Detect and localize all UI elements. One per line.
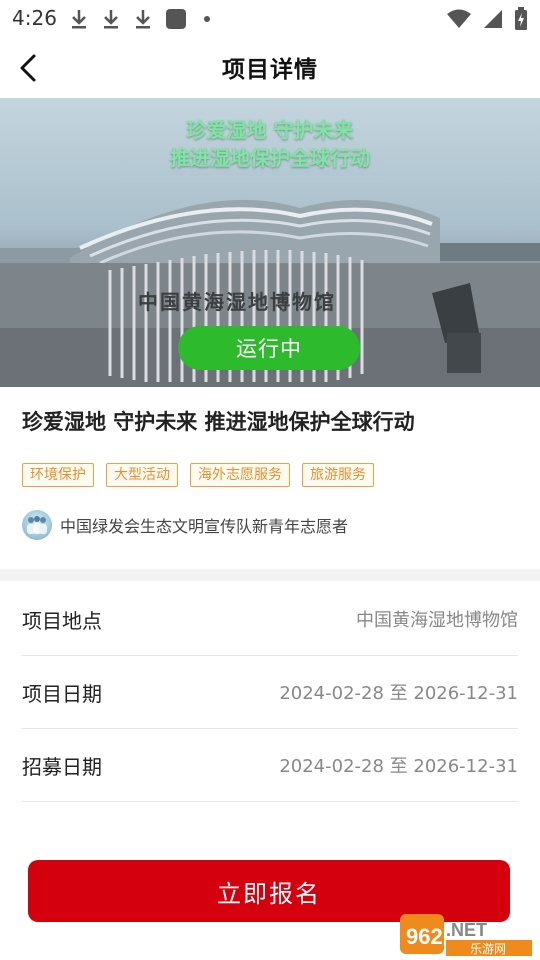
project-detail-screen: 4:26 项目详情 中国黄海湿地博物馆 珍爱湿地 守护未来 推进湿地保护全球行动… xyxy=(0,0,540,960)
info-label: 项目地点 xyxy=(22,608,102,633)
svg-text:.NET: .NET xyxy=(446,920,487,940)
info-label: 招募日期 xyxy=(22,754,102,779)
banner-caption-line1: 珍爱湿地 守护未来 xyxy=(186,118,354,142)
building-sign-text: 中国黄海湿地博物馆 xyxy=(138,290,336,314)
tag: 海外志愿服务 xyxy=(190,463,290,487)
chevron-left-icon xyxy=(20,54,36,82)
tag: 大型活动 xyxy=(106,463,178,487)
battery-icon xyxy=(514,7,528,35)
back-button[interactable] xyxy=(10,50,46,86)
system-icons xyxy=(446,7,528,35)
page-title: 项目详情 xyxy=(222,57,318,83)
info-row-location: 项目地点 中国黄海湿地博物馆 xyxy=(22,583,518,656)
download-icon xyxy=(70,8,88,30)
project-tags: 环境保护 大型活动 海外志愿服务 旅游服务 xyxy=(22,463,374,487)
organization-avatar xyxy=(22,510,52,540)
watermark-logo: 962 .NET 乐游网 xyxy=(400,910,536,958)
svg-text:962: 962 xyxy=(406,924,443,949)
download-icon xyxy=(102,8,120,30)
organization[interactable]: 中国绿发会生态文明宣传队新青年志愿者 xyxy=(22,510,348,540)
info-row-project-date: 项目日期 2024-02-28 至 2026-12-31 xyxy=(22,656,518,729)
download-icon xyxy=(134,8,152,30)
more-notifications-dot-icon xyxy=(204,16,210,22)
project-banner-image: 中国黄海湿地博物馆 珍爱湿地 守护未来 推进湿地保护全球行动 运行中 xyxy=(0,98,540,387)
info-value: 2024-02-28 至 2026-12-31 xyxy=(279,756,518,777)
info-value: 2024-02-28 至 2026-12-31 xyxy=(279,683,518,704)
banner-caption-line2: 推进湿地保护全球行动 xyxy=(170,146,370,170)
tag: 环境保护 xyxy=(22,463,94,487)
info-value: 中国黄海湿地博物馆 xyxy=(356,610,518,631)
running-status-badge: 运行中 xyxy=(178,326,360,370)
info-row-recruit-date: 招募日期 2024-02-28 至 2026-12-31 xyxy=(22,729,518,802)
project-title: 珍爱湿地 守护未来 推进湿地保护全球行动 xyxy=(22,410,415,434)
svg-text:乐游网: 乐游网 xyxy=(470,942,506,956)
notification-icons xyxy=(70,8,210,30)
status-bar: 4:26 xyxy=(0,0,540,36)
status-time: 4:26 xyxy=(12,6,57,30)
organization-name: 中国绿发会生态文明宣传队新青年志愿者 xyxy=(60,517,349,536)
project-info-list: 项目地点 中国黄海湿地博物馆 项目日期 2024-02-28 至 2026-12… xyxy=(22,583,518,802)
section-divider xyxy=(0,569,540,581)
header: 项目详情 xyxy=(0,36,540,98)
tag: 旅游服务 xyxy=(302,463,374,487)
wifi-icon xyxy=(446,8,472,34)
banner-caption: 珍爱湿地 守护未来 推进湿地保护全球行动 xyxy=(0,116,540,172)
app-notification-icon xyxy=(166,9,186,29)
signal-icon xyxy=(482,8,504,34)
info-label: 项目日期 xyxy=(22,681,102,706)
